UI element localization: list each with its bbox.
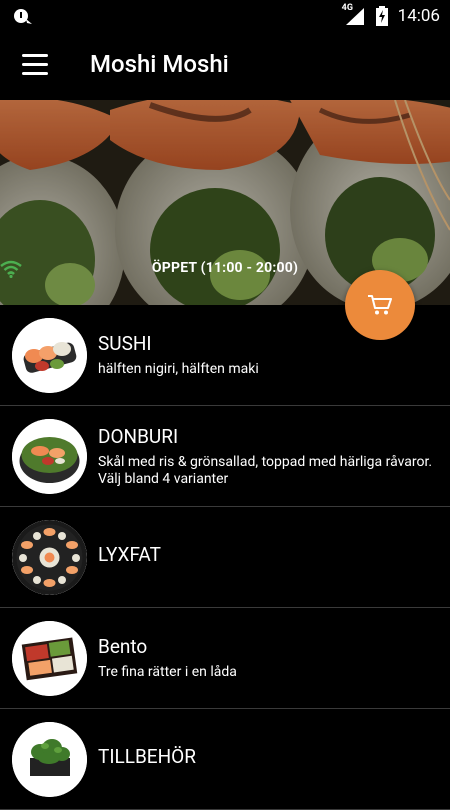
app-bar: Moshi Moshi xyxy=(0,32,450,100)
wifi-icon xyxy=(0,260,22,278)
item-subtitle: Tre fina rätter i en låda xyxy=(98,664,237,680)
signal-icon: 4G xyxy=(341,3,366,26)
opening-hours: ÖPPET (11:00 - 20:00) xyxy=(151,260,299,276)
item-title: TILLBEHÖR xyxy=(98,744,196,768)
list-item-donburi[interactable]: DONBURI Skål med ris & grönsallad, toppa… xyxy=(0,406,450,507)
category-list: SUSHI hälften nigiri, hälften maki DONBU… xyxy=(0,305,450,810)
list-item-tillbehor[interactable]: TILLBEHÖR xyxy=(0,709,450,810)
clock: 14:06 xyxy=(397,6,440,26)
item-title: LYXFAT xyxy=(98,542,161,566)
tillbehor-thumbnail xyxy=(12,722,87,797)
status-bar: 4G 14:06 xyxy=(0,0,450,32)
cart-button[interactable] xyxy=(345,270,415,340)
network-type: 4G xyxy=(341,3,353,13)
hamburger-icon[interactable] xyxy=(22,54,48,78)
list-item-lyxfat[interactable]: LYXFAT xyxy=(0,507,450,608)
donburi-thumbnail xyxy=(12,419,87,494)
notification-icon xyxy=(14,9,32,24)
sushi-thumbnail xyxy=(12,318,87,393)
list-item-bento[interactable]: Bento Tre fina rätter i en låda xyxy=(0,608,450,709)
item-title: Bento xyxy=(98,635,148,658)
app-title: Moshi Moshi xyxy=(90,50,229,78)
item-subtitle: hälften nigiri, hälften maki xyxy=(98,361,259,377)
item-subtitle: Skål med ris & grönsallad, toppad med hä… xyxy=(98,453,433,487)
cart-icon xyxy=(368,295,392,315)
battery-icon xyxy=(375,6,388,26)
bento-thumbnail xyxy=(12,621,87,696)
item-title: DONBURI xyxy=(98,424,179,448)
lyxfat-thumbnail xyxy=(12,520,87,595)
